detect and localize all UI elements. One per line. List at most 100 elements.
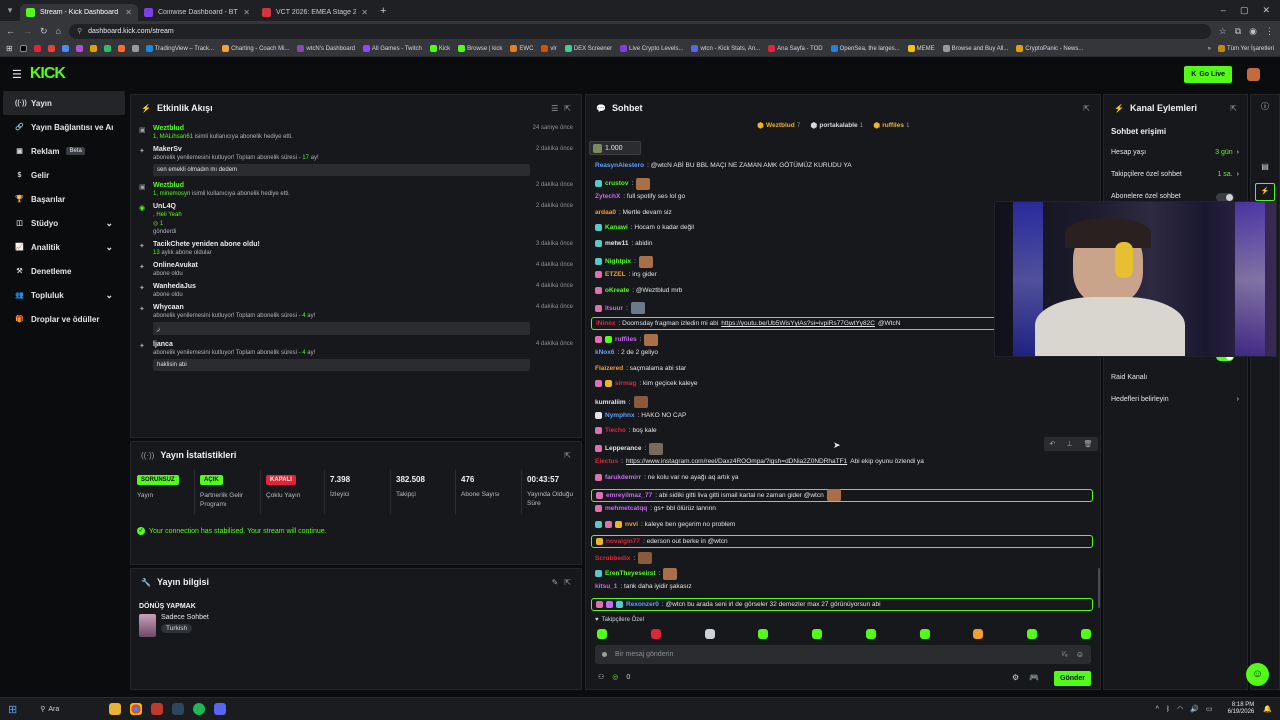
gifter-item[interactable]: ⬢ Weztblud 7 (757, 121, 800, 130)
activity-name[interactable]: TacikChete yeniden abone oldu! (153, 241, 530, 248)
battery-icon[interactable]: ▭ (1206, 705, 1213, 713)
bookmark-youtube-icon[interactable] (33, 45, 41, 52)
chat-username[interactable]: Nightpix (605, 258, 631, 265)
stats-popout-icon[interactable]: ⇱ (564, 451, 571, 460)
url-field[interactable]: ⚲ dashboard.kick.com/stream (68, 23, 1211, 39)
chat-message[interactable]: Flaizered: saçmalama abi star (595, 365, 686, 372)
bookmark-item[interactable]: Charting - Coach Mi... (222, 45, 289, 52)
bookmark-shortcut5-icon[interactable] (131, 45, 139, 52)
home-icon[interactable]: ⌂ (56, 26, 61, 36)
chat-username[interactable]: ReasynAlestero (595, 162, 644, 169)
bookmark-item[interactable]: TradingView – Track... (145, 45, 214, 52)
bookmark-gmail-icon[interactable] (47, 45, 55, 52)
raid-channel-item[interactable]: Raid Kanalı (1111, 374, 1147, 381)
bookmark-item[interactable]: vlr (541, 45, 557, 52)
bookmark-shortcut4-icon[interactable] (117, 45, 125, 52)
help-chat-button[interactable]: ☺ (1246, 663, 1269, 686)
quick-emote-icon[interactable] (812, 629, 823, 639)
chat-message[interactable]: Electus: https://www.instagram.com/reel/… (595, 458, 924, 465)
notification-icon[interactable]: 🔔 (1263, 705, 1272, 713)
all-bookmarks[interactable]: Tüm Yer İşaretleri (1217, 45, 1274, 52)
bookmark-item[interactable]: DEX Screener (564, 45, 612, 52)
chat-link[interactable]: https://youtu.be/Ub5WisYyiAs?si=ivpiRs77… (721, 320, 875, 327)
bookmark-item[interactable]: wtcN's Dashboard (297, 45, 355, 52)
language-tag[interactable]: Turkish (161, 624, 193, 633)
user-avatar[interactable] (1247, 68, 1260, 81)
sidebar-item-reklam[interactable]: ▣ Reklam Beta (3, 139, 125, 163)
wifi-icon[interactable]: ◠ (1177, 705, 1183, 713)
chat-username[interactable]: iNinex (596, 320, 616, 327)
chat-username[interactable]: mehmetcatqq (605, 505, 647, 512)
browser-tab[interactable]: Stream - Kick Dashboard ✕ (20, 4, 138, 21)
chat-message[interactable]: kitsu_1: tank daha iyidir şakasız (595, 583, 692, 590)
channel-actions-popout-icon[interactable]: ⇱ (1230, 104, 1237, 113)
popout-icon[interactable]: ⇱ (564, 104, 571, 113)
chat-popout-icon[interactable]: ⇱ (1083, 104, 1090, 113)
chat-username[interactable]: sirmag (615, 380, 636, 387)
chat-message[interactable]: Lepperance: (595, 442, 664, 455)
chat-username[interactable]: novalgin77 (606, 538, 640, 545)
chat-input[interactable]: Bir mesaj gönderin ⁷⁄₈ ☺ (595, 645, 1091, 664)
quick-emote-icon[interactable] (704, 629, 715, 639)
chat-username[interactable]: nvvi (625, 521, 638, 528)
minimize-icon[interactable]: – (1221, 5, 1226, 16)
chat-message[interactable]: ZytechX: full spotify ses lol go (595, 193, 685, 200)
settings-gear-icon[interactable]: ⚙ (1012, 673, 1019, 682)
spotify-icon[interactable] (193, 703, 206, 715)
tab-close-icon[interactable]: ✕ (243, 8, 250, 17)
bookmark-star-icon[interactable]: ☆ (1219, 26, 1227, 37)
set-goals-item[interactable]: Hedefleri belirleyin › (1111, 396, 1239, 403)
browser-tab[interactable]: Coinwise Dashboard - BTC Cryp ✕ (138, 4, 256, 21)
chat-username[interactable]: Flaizered (595, 365, 623, 372)
chat-username[interactable]: emreyilmaz_77 (606, 492, 652, 499)
chat-message[interactable]: ErenTheyeseirst: (595, 567, 678, 580)
gifter-item[interactable]: ⬢ ruffiles 1 (873, 121, 909, 130)
game-controller-icon[interactable]: 🎮 (1029, 673, 1039, 682)
quick-emote-icon[interactable] (1080, 629, 1091, 639)
sidebar-item-yayın[interactable]: ((·)) Yayın (3, 91, 125, 115)
chat-message[interactable]: ReasynAlestero: @wtcN ABİ BU BBL MAÇI NE… (595, 162, 852, 169)
chrome-icon[interactable] (130, 703, 143, 715)
sidebar-item-başarılar[interactable]: 🏆 Başarılar (3, 187, 125, 211)
bluetooth-icon[interactable]: ᛒ (1166, 706, 1170, 713)
chat-username[interactable]: ErenTheyeseirst (605, 570, 656, 577)
filter-icon[interactable]: ☰ (551, 104, 558, 113)
more-bookmarks-icon[interactable]: » (1208, 46, 1211, 52)
delete-icon[interactable]: 🗑 (1084, 440, 1093, 448)
activity-name[interactable]: ljanca (153, 341, 530, 348)
chat-link[interactable]: https://www.instagram.com/reel/Daxz4ROOm… (626, 458, 847, 465)
quick-emote-icon[interactable] (650, 629, 661, 639)
chat-message[interactable]: nvvi: kaleye ben geçerim no problem (595, 520, 735, 528)
chat-username[interactable]: Lepperance (605, 445, 642, 452)
clock[interactable]: 8:18 PM 6/19/2026 (1228, 702, 1255, 716)
chat-message[interactable]: crustov: (595, 177, 651, 190)
pinned-kicks[interactable]: 1.000 (589, 141, 641, 155)
chat-message[interactable]: ruffiles: (595, 333, 659, 346)
quick-emote-icon[interactable] (865, 629, 876, 639)
chat-message[interactable]: farukdemirr: ne kolu var ne ayağı aq art… (595, 474, 738, 481)
activity-name[interactable]: OnlineAvukat (153, 262, 530, 269)
sidebar-item-topluluk[interactable]: 👥 Topluluk ⌄ (3, 283, 125, 307)
chat-username[interactable]: metw11 (605, 240, 629, 247)
maximize-icon[interactable]: ▢ (1240, 5, 1249, 16)
activity-name[interactable]: Weztblud (153, 125, 527, 132)
extensions-icon[interactable]: ⧉ (1235, 26, 1241, 37)
windows-start-icon[interactable]: ⊞ (8, 703, 17, 716)
chat-message[interactable]: Rexonzer0: @wtcn bu arada seni irl de gö… (591, 597, 1093, 611)
kick-logo[interactable]: KICK (30, 65, 66, 83)
chat-message[interactable]: emreyilmaz_77: abi sidiki gitti liva git… (591, 488, 1093, 502)
pin-icon[interactable]: ⊥ (1066, 440, 1072, 448)
chat-message[interactable]: sirmag: kim geçicek kaleye (595, 380, 698, 388)
kicks-icon[interactable]: ◎ (612, 673, 618, 681)
bookmark-x-icon[interactable] (19, 45, 27, 52)
chat-username[interactable]: ZytechX (595, 193, 620, 200)
stream-info-popout-icon[interactable]: ⇱ (564, 578, 571, 587)
activity-name[interactable]: Weztblud (153, 182, 530, 189)
go-live-button[interactable]: K Go Live (1184, 66, 1232, 83)
quick-emote-icon[interactable] (973, 629, 984, 639)
quick-emote-icon[interactable] (597, 629, 607, 639)
chat-username[interactable]: ETZEL (605, 271, 626, 278)
chat-username[interactable]: kitsu_1 (595, 583, 617, 590)
chat-message[interactable]: oKreate: @Weztblud mrb (595, 286, 682, 294)
sidebar-item-analitik[interactable]: 📈 Analitik ⌄ (3, 235, 125, 259)
